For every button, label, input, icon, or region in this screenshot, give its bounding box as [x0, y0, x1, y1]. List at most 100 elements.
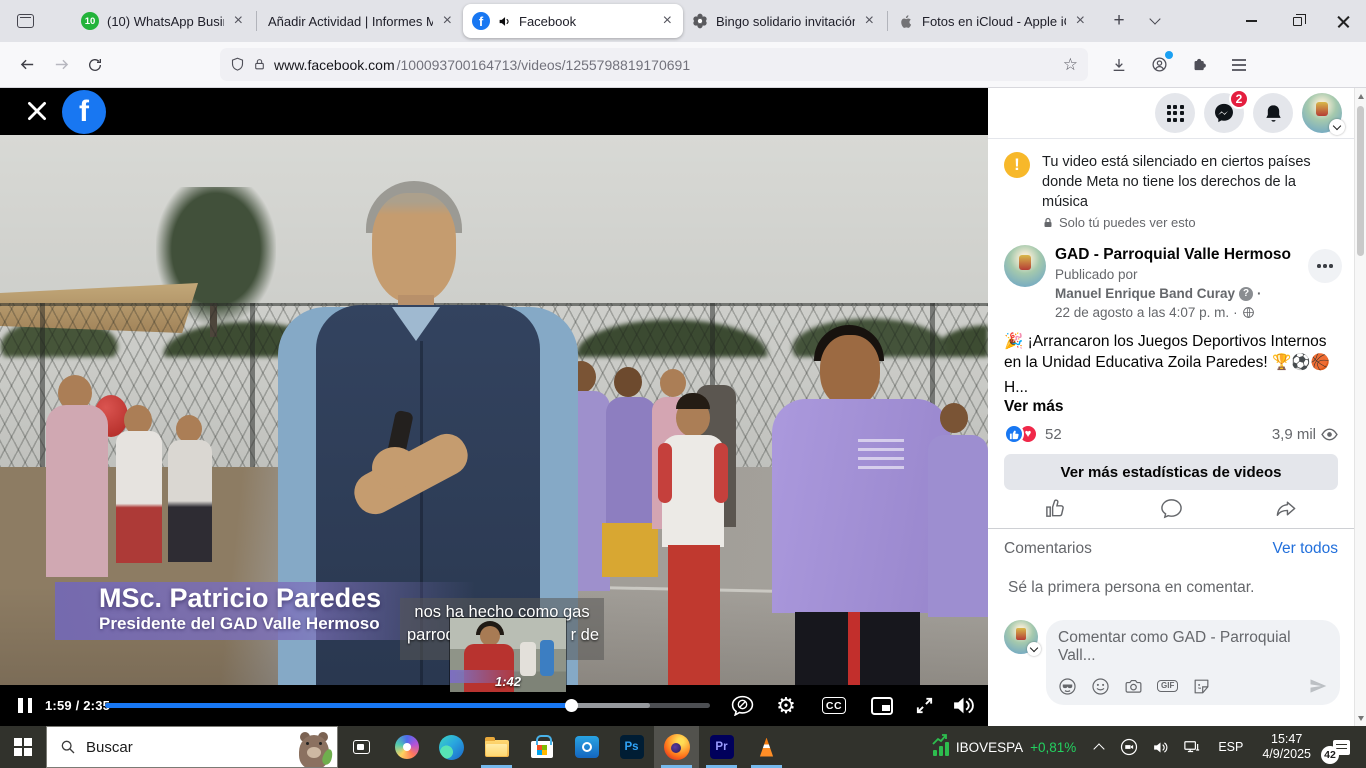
taskbar-store[interactable]	[519, 726, 564, 768]
taskbar-photoshop[interactable]: Ps	[609, 726, 654, 768]
tab-facebook-active[interactable]: f Facebook ×	[463, 4, 683, 38]
scroll-up-arrow[interactable]	[1355, 89, 1366, 103]
comments-disabled-button[interactable]	[723, 685, 761, 726]
picture-in-picture-button[interactable]	[863, 685, 901, 726]
menu-button[interactable]	[1222, 48, 1256, 82]
tab-close-icon[interactable]: ×	[661, 13, 674, 29]
post-text: 🎉 ¡Arrancaron los Juegos Deportivos Inte…	[988, 322, 1354, 373]
clock-time: 15:47	[1262, 732, 1311, 747]
volume-tray-icon[interactable]	[1145, 739, 1176, 756]
start-button[interactable]	[0, 726, 46, 768]
tab-audio-icon[interactable]	[498, 15, 511, 28]
video-player[interactable]: MSc. Patricio Paredes Presidente del GAD…	[0, 88, 988, 726]
page-avatar[interactable]	[1004, 245, 1046, 287]
reload-button[interactable]	[78, 48, 112, 82]
gif-icon[interactable]: GIF	[1157, 680, 1178, 693]
tab-close-icon[interactable]: ×	[863, 13, 876, 29]
tab-whatsapp[interactable]: 10 (10) WhatsApp Business ×	[72, 4, 254, 38]
taskbar-clock[interactable]: 15:47 4/9/2025	[1253, 732, 1320, 762]
emoji-icon[interactable]	[1091, 677, 1110, 696]
action-center-button[interactable]: 42	[1320, 726, 1362, 768]
post-options-button[interactable]	[1308, 249, 1342, 283]
taskbar-copilot[interactable]	[384, 726, 429, 768]
taskbar-file-explorer[interactable]	[474, 726, 519, 768]
lock-icon	[1042, 217, 1054, 229]
meet-now-icon[interactable]	[1113, 738, 1145, 756]
new-tab-button[interactable]: +	[1104, 6, 1134, 36]
facebook-logo[interactable]: f	[62, 90, 106, 134]
avatar-sticker-icon[interactable]	[1058, 677, 1077, 696]
tray-expand-button[interactable]	[1085, 742, 1113, 753]
composer-avatar[interactable]	[1004, 620, 1038, 654]
tab-list-dropdown[interactable]	[1140, 6, 1170, 36]
facebook-favicon: f	[472, 12, 490, 30]
window-close-button[interactable]	[1320, 0, 1366, 42]
see-more-link[interactable]: Ver más	[988, 397, 1354, 416]
lock-icon[interactable]	[253, 57, 266, 72]
seek-handle[interactable]	[565, 699, 578, 712]
camera-icon[interactable]	[1124, 677, 1143, 696]
see-all-comments-link[interactable]: Ver todos	[1273, 540, 1339, 558]
closed-captions-button[interactable]: CC	[815, 685, 853, 726]
task-view-button[interactable]	[338, 726, 384, 768]
address-bar[interactable]: www.facebook.com/100093700164713/videos/…	[220, 48, 1088, 81]
taskbar-edge[interactable]	[429, 726, 474, 768]
tab-informes[interactable]: Añadir Actividad | Informes Mens ×	[259, 4, 463, 38]
like-button[interactable]	[1044, 497, 1067, 520]
notifications-button[interactable]	[1253, 93, 1293, 133]
pause-button[interactable]	[18, 698, 32, 713]
messenger-button[interactable]: 2	[1204, 93, 1244, 133]
seek-bar[interactable]	[105, 703, 710, 708]
comment-button[interactable]	[1160, 497, 1183, 520]
downloads-button[interactable]	[1102, 48, 1136, 82]
tab-close-icon[interactable]: ×	[1074, 13, 1087, 29]
reaction-count[interactable]: 52	[1045, 426, 1062, 443]
send-comment-button[interactable]	[1308, 676, 1328, 696]
account-button[interactable]	[1142, 48, 1176, 82]
tab-close-icon[interactable]: ×	[232, 13, 245, 29]
video-close-button[interactable]	[24, 98, 50, 124]
apps-menu-button[interactable]	[1155, 93, 1195, 133]
minimize-icon	[1246, 20, 1257, 22]
comment-input[interactable]: Comentar como GAD - Parroquial Vall... G…	[1046, 620, 1340, 705]
fullscreen-button[interactable]	[905, 685, 943, 726]
settings-gear-button[interactable]: ⚙	[767, 685, 805, 726]
like-reaction-icon[interactable]	[1004, 424, 1024, 444]
network-icon[interactable]	[1176, 738, 1208, 756]
language-indicator[interactable]: ESP	[1208, 740, 1253, 754]
stock-ticker[interactable]: IBOVESPA +0,81%	[924, 738, 1085, 756]
bookmark-star-icon[interactable]: ☆	[1063, 55, 1078, 75]
sticker-icon[interactable]	[1192, 677, 1211, 696]
forward-button[interactable]	[44, 48, 78, 82]
tab-bingo[interactable]: Bingo solidario invitación ×	[683, 4, 885, 38]
tab-close-icon[interactable]: ×	[441, 13, 454, 29]
firefox-icon	[664, 734, 690, 760]
publisher-name[interactable]: Manuel Enrique Band Curay	[1055, 284, 1235, 303]
privacy-label: Solo tú puedes ver esto	[1059, 215, 1196, 230]
back-button[interactable]	[10, 48, 44, 82]
volume-button[interactable]	[944, 685, 982, 726]
window-restore-button[interactable]	[1274, 0, 1320, 42]
profile-avatar[interactable]	[1302, 93, 1342, 133]
search-highlight-bear-image[interactable]	[294, 727, 334, 767]
window-minimize-button[interactable]	[1228, 0, 1274, 42]
scroll-down-arrow[interactable]	[1355, 711, 1366, 725]
window-controls	[1228, 0, 1366, 42]
video-stats-button[interactable]: Ver más estadísticas de videos	[1004, 454, 1338, 490]
help-badge-icon[interactable]: ?	[1239, 287, 1253, 301]
scrollbar-thumb[interactable]	[1357, 106, 1364, 256]
post-date[interactable]: 22 de agosto a las 4:07 p. m.	[1055, 303, 1229, 322]
taskbar-premiere[interactable]: Pr	[699, 726, 744, 768]
tab-icloud[interactable]: Fotos en iCloud - Apple iClou ×	[890, 4, 1096, 38]
page-name[interactable]: GAD - Parroquial Valle Hermoso	[1055, 245, 1308, 265]
firefox-view-button[interactable]	[8, 6, 42, 36]
taskbar-outlook[interactable]	[564, 726, 609, 768]
extensions-button[interactable]	[1182, 48, 1216, 82]
share-button[interactable]	[1275, 497, 1298, 520]
shield-icon[interactable]	[230, 56, 245, 73]
taskbar-search[interactable]: Buscar	[46, 726, 338, 768]
taskbar-vlc[interactable]	[744, 726, 789, 768]
folder-icon	[485, 740, 509, 757]
taskbar-firefox-active[interactable]	[654, 726, 699, 768]
page-scrollbar[interactable]	[1354, 88, 1366, 726]
